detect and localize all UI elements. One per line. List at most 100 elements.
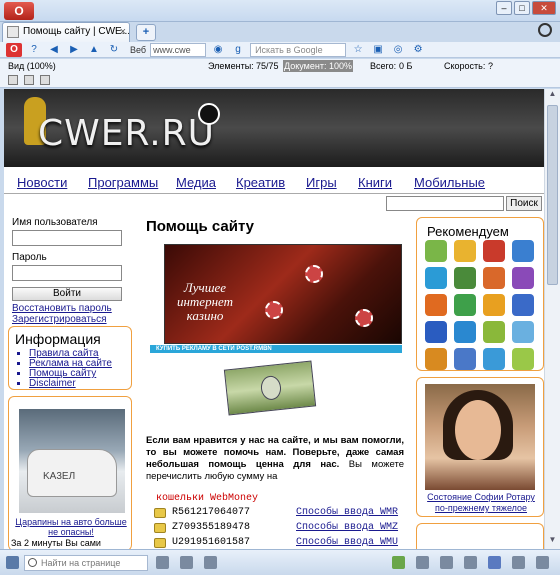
unite-icon[interactable] xyxy=(204,556,217,569)
forward-arrow-icon[interactable]: ▶ xyxy=(66,43,82,57)
ad-caption-link[interactable]: КУПИТЬ РЕКЛАМУ В СЕТИ POST.RMBN xyxy=(150,345,402,353)
menu-games[interactable]: Игры xyxy=(306,175,337,190)
site-logo[interactable]: CWER.RU xyxy=(38,113,215,154)
notes-icon[interactable] xyxy=(24,75,34,85)
recommended-app-icon[interactable] xyxy=(483,240,505,262)
opera-icon[interactable]: O xyxy=(6,42,22,57)
password-label: Пароль xyxy=(12,252,47,263)
recommended-app-icon[interactable] xyxy=(425,321,447,343)
images-icon[interactable] xyxy=(416,556,429,569)
web-page: CWER.RU Новости Программы Медиа Креатив … xyxy=(4,89,544,549)
wallet-link-wmu[interactable]: Способы ввода WMU xyxy=(296,537,398,548)
address-bar[interactable]: www.cwe xyxy=(150,42,207,57)
recommended-app-icon[interactable] xyxy=(483,321,505,343)
recommended-app-icon[interactable] xyxy=(483,348,505,370)
find-in-page-input[interactable]: Найти на странице xyxy=(24,555,148,571)
zoom-icon[interactable] xyxy=(488,556,501,569)
panel-icon[interactable]: ▣ xyxy=(370,43,386,57)
recommended-app-icon[interactable] xyxy=(512,240,534,262)
recommended-title: Рекомендуем xyxy=(427,224,509,239)
recommended-app-icon[interactable] xyxy=(512,267,534,289)
fit-icon[interactable] xyxy=(512,556,525,569)
next-sidebar-box xyxy=(416,523,544,549)
recommended-app-icon[interactable] xyxy=(454,267,476,289)
up-arrow-icon[interactable]: ▲ xyxy=(86,43,102,57)
recommended-app-icon[interactable] xyxy=(425,294,447,316)
menu-programs[interactable]: Программы xyxy=(88,175,158,190)
password-field[interactable] xyxy=(12,265,122,281)
register-link[interactable]: Зарегистрироваться xyxy=(12,314,132,325)
clock-icon[interactable] xyxy=(538,23,552,37)
search-engine-label[interactable]: Веб xyxy=(130,45,146,55)
eye-icon[interactable]: ◎ xyxy=(390,43,406,57)
wallet-link-wmr[interactable]: Способы ввода WMR xyxy=(296,507,398,518)
recommended-box: Рекомендуем xyxy=(416,217,544,371)
recommended-app-icon[interactable] xyxy=(454,321,476,343)
menu-books[interactable]: Книги xyxy=(358,175,392,190)
car-ad-caption[interactable]: Царапины на авто больше не опасны! xyxy=(15,517,127,537)
recommended-app-icon[interactable] xyxy=(425,267,447,289)
recommended-app-icon[interactable] xyxy=(483,294,505,316)
rss-icon[interactable]: ◉ xyxy=(210,43,226,57)
news-caption-link[interactable]: Состояние Софии Ротару по-прежнему тяжел… xyxy=(423,492,539,514)
search-input[interactable]: Искать в Google xyxy=(250,42,347,57)
scroll-up-arrow-icon[interactable]: ▲ xyxy=(545,89,560,103)
zoom-level[interactable]: Вид (100%) xyxy=(8,59,56,73)
bookmark-star-icon[interactable]: ☆ xyxy=(350,43,366,57)
tab-close-icon[interactable]: × xyxy=(120,23,126,41)
recommended-app-icon[interactable] xyxy=(512,294,534,316)
recommended-app-icon[interactable] xyxy=(512,321,534,343)
scrollbar-thumb[interactable] xyxy=(547,105,558,285)
menu-news[interactable]: Новости xyxy=(17,175,67,190)
wallet-link-wmz[interactable]: Способы ввода WMZ xyxy=(296,522,398,533)
recommended-app-icon[interactable] xyxy=(454,240,476,262)
recommended-app-icon[interactable] xyxy=(454,348,476,370)
back-arrow-icon[interactable]: ◀ xyxy=(46,43,62,57)
menu-creative[interactable]: Креатив xyxy=(236,175,285,190)
close-window-button[interactable]: ✕ xyxy=(532,1,556,15)
scroll-down-arrow-icon[interactable]: ▼ xyxy=(545,535,560,549)
new-tab-button[interactable]: + xyxy=(136,24,156,41)
minimize-button[interactable]: – xyxy=(496,1,512,15)
site-search-button[interactable]: Поиск xyxy=(506,196,542,211)
maximize-button[interactable]: □ xyxy=(514,1,530,15)
casino-banner[interactable]: Лучшее интернет казино xyxy=(164,244,402,344)
turbo-icon[interactable] xyxy=(156,556,169,569)
wallet-number: R561217064077 xyxy=(172,507,251,518)
car-ad-image[interactable]: KA3EЛ xyxy=(19,409,125,513)
download-icon[interactable] xyxy=(464,556,477,569)
menu-mobile[interactable]: Мобильные xyxy=(414,175,485,190)
username-field[interactable] xyxy=(12,230,122,246)
widgets-icon[interactable] xyxy=(180,556,193,569)
casino-tagline: Лучшее интернет казино xyxy=(176,280,234,323)
news-photo[interactable] xyxy=(425,384,535,490)
opera-menu-button[interactable]: O xyxy=(4,2,34,20)
login-button[interactable]: Войти xyxy=(12,287,122,301)
recommended-app-icon[interactable] xyxy=(454,294,476,316)
vertical-scrollbar[interactable]: ▲ ▼ xyxy=(544,89,560,549)
menu-media[interactable]: Медиа xyxy=(176,175,216,190)
help-icon[interactable]: ? xyxy=(26,43,42,57)
settings-gear-icon[interactable]: ⚙ xyxy=(410,43,426,57)
status-icon[interactable] xyxy=(392,556,405,569)
speed-value: ? xyxy=(488,61,494,71)
view-icon[interactable] xyxy=(440,556,453,569)
mail-icon[interactable] xyxy=(8,75,18,85)
webmoney-icon xyxy=(154,508,166,518)
browser-tab[interactable]: Помощь сайту | CWE... × xyxy=(2,22,130,42)
recommended-app-icon[interactable] xyxy=(425,348,447,370)
site-search-input[interactable] xyxy=(386,196,504,211)
print-icon[interactable] xyxy=(40,75,50,85)
panel-toggle-icon[interactable] xyxy=(6,556,19,569)
recommended-app-icon[interactable] xyxy=(483,267,505,289)
car-ad-box: KA3EЛ Царапины на авто больше не опасны!… xyxy=(8,396,132,549)
recommended-app-icon[interactable] xyxy=(425,240,447,262)
recommended-app-icon[interactable] xyxy=(512,348,534,370)
page-status-bar: Вид (100%) Элементы: 75/75 Документ: 100… xyxy=(0,59,560,73)
reload-icon[interactable]: ↻ xyxy=(106,43,122,57)
google-icon[interactable]: g xyxy=(230,43,246,57)
document-progress: Документ: 100% xyxy=(283,60,353,72)
link-disclaimer[interactable]: Disclaimer xyxy=(29,379,125,389)
restore-password-link[interactable]: Восстановить пароль xyxy=(12,303,132,314)
site-favicon-icon xyxy=(7,26,19,38)
